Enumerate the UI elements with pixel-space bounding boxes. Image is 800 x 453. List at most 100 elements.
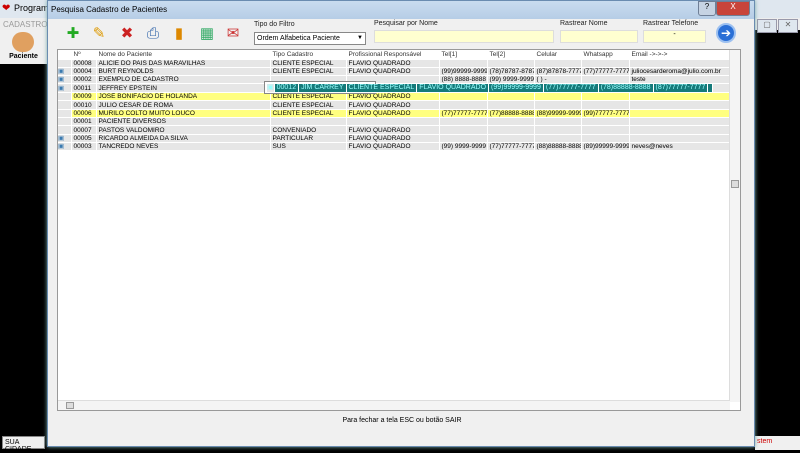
- column-header[interactable]: Email ->->->: [629, 50, 731, 60]
- restore-button[interactable]: ▢: [757, 19, 777, 33]
- table-cell[interactable]: [534, 59, 582, 68]
- table-cell[interactable]: FLAVIO QUADRADO: [346, 109, 440, 119]
- vertical-scrollbar[interactable]: [729, 50, 740, 402]
- print-icon[interactable]: ⎙: [142, 23, 164, 45]
- table-cell[interactable]: PARTICULAR: [270, 134, 347, 143]
- table-cell[interactable]: neves@neves: [629, 142, 731, 152]
- table-cell[interactable]: (89)99999-9999: [581, 142, 630, 152]
- table-cell[interactable]: (99) 9999-9999: [439, 142, 488, 152]
- help-button[interactable]: ?: [698, 1, 716, 16]
- column-header[interactable]: Whatsapp: [581, 50, 630, 60]
- rastrear-nome-input[interactable]: [560, 30, 638, 43]
- table-cell[interactable]: [581, 134, 630, 143]
- table-row[interactable]: ▣ 00004 BURT REYNOLDS CLIENTE ESPECIAL FLAVI…: [58, 67, 731, 77]
- table-cell[interactable]: 00002: [71, 75, 97, 85]
- contacts-icon[interactable]: ▮: [168, 23, 190, 45]
- table-cell[interactable]: [439, 59, 488, 68]
- table-cell[interactable]: [629, 92, 731, 102]
- table-cell[interactable]: JIM CARREY: [298, 84, 347, 93]
- table-cell[interactable]: FLAVIO QUADRADO: [346, 67, 440, 77]
- delete-icon[interactable]: ✖: [116, 23, 138, 45]
- table-cell[interactable]: [487, 117, 535, 127]
- table-cell[interactable]: (77)88888-8888: [487, 109, 535, 119]
- table-cell[interactable]: JULIO CESAR DE ROMA: [96, 100, 271, 110]
- table-cell[interactable]: [581, 75, 630, 85]
- table-cell[interactable]: EXEMPLO DE CADASTRO: [96, 75, 271, 85]
- vertical-scroll-thumb[interactable]: [731, 180, 739, 188]
- paciente-button[interactable]: Paciente: [0, 30, 47, 64]
- table-cell[interactable]: [629, 100, 731, 110]
- table-cell[interactable]: FLAVIO QUADRADO: [346, 59, 440, 68]
- table-cell[interactable]: [439, 125, 488, 135]
- close-button[interactable]: X: [716, 1, 750, 16]
- table-cell[interactable]: [487, 59, 535, 68]
- edit-icon[interactable]: ✎: [88, 23, 110, 45]
- table-row[interactable]: ▣ 00003 TANCREDO NEVES SUS FLAVIO QUADRADO (9…: [58, 142, 731, 152]
- table-cell[interactable]: [581, 100, 630, 110]
- table-cell[interactable]: FLAVIO QUADRADO: [346, 100, 440, 110]
- table-cell[interactable]: teste: [629, 75, 731, 85]
- table-cell[interactable]: [581, 92, 630, 102]
- table-cell[interactable]: CLIENTE ESPECIAL: [270, 109, 347, 119]
- table-cell[interactable]: [707, 84, 714, 93]
- table-cell[interactable]: [439, 134, 488, 143]
- table-cell[interactable]: 00010: [71, 100, 97, 110]
- table-row[interactable]: 00001 PACIENTE DIVERSOS: [58, 117, 731, 127]
- table-cell[interactable]: [534, 134, 582, 143]
- column-header[interactable]: Nº: [71, 50, 97, 60]
- table-cell[interactable]: [629, 125, 731, 135]
- table-cell[interactable]: 00008: [71, 59, 97, 68]
- table-cell[interactable]: FLAVIO QUADRADO: [416, 84, 490, 93]
- table-cell[interactable]: MURILO COLTO MUITO LOUCO: [96, 109, 271, 119]
- table-cell[interactable]: 00004: [71, 67, 97, 77]
- table-cell[interactable]: (87)77777-7777: [653, 84, 709, 93]
- table-cell[interactable]: [581, 125, 630, 135]
- table-cell[interactable]: [346, 117, 440, 127]
- table-cell[interactable]: BURT REYNOLDS: [96, 67, 271, 77]
- image-icon[interactable]: ▦: [196, 23, 218, 45]
- table-cell[interactable]: [581, 117, 630, 127]
- main-close-button[interactable]: ✕: [778, 19, 798, 33]
- table-cell[interactable]: 00006: [71, 109, 97, 119]
- table-cell[interactable]: (77)77777-7777: [487, 142, 535, 152]
- table-cell[interactable]: 00001: [71, 117, 97, 127]
- table-cell[interactable]: CLIENTE ESPECIAL: [270, 67, 347, 77]
- table-cell[interactable]: ( ) -: [534, 75, 582, 85]
- table-cell[interactable]: (78)78787-8787: [487, 67, 535, 77]
- table-cell[interactable]: (88)88888-8888: [534, 142, 582, 152]
- column-header[interactable]: Profissional Responsável: [346, 50, 440, 60]
- table-cell[interactable]: [581, 59, 630, 68]
- table-row[interactable]: 00009 JOSÉ BONIFÁCIO DE HOLANDA CLIENTE ES…: [58, 92, 731, 102]
- table-cell[interactable]: [534, 100, 582, 110]
- table-cell[interactable]: [629, 59, 731, 68]
- table-cell[interactable]: (77)77777-7777: [581, 67, 630, 77]
- table-cell[interactable]: JOSÉ BONIFÁCIO DE HOLANDA: [96, 92, 271, 102]
- add-icon[interactable]: ✚: [62, 23, 84, 45]
- email-icon[interactable]: ✉: [222, 23, 244, 45]
- search-go-button[interactable]: ➔: [716, 23, 736, 43]
- table-cell[interactable]: CLIENTE ESPECIAL: [270, 100, 347, 110]
- table-cell[interactable]: SUS: [270, 142, 347, 152]
- table-cell[interactable]: 00007: [71, 125, 97, 135]
- table-row[interactable]: 00007 PASTOS VALDOMIRO CONVENIADO FLAVIO QU…: [58, 125, 731, 135]
- table-cell[interactable]: (99) 9999-9999: [487, 75, 535, 85]
- table-cell[interactable]: [629, 117, 731, 127]
- table-cell[interactable]: 00003: [71, 142, 97, 152]
- column-header[interactable]: Nome do Paciente: [96, 50, 271, 60]
- table-row[interactable]: ▣ 00005 RICARDO ALMEIDA DA SILVA PARTICULAR…: [58, 134, 731, 143]
- table-cell[interactable]: ALICIE DO PAIS DAS MARAVILHAS: [96, 59, 271, 68]
- table-cell[interactable]: 00011: [71, 83, 97, 93]
- table-cell[interactable]: (99)99999-9999: [439, 67, 488, 77]
- table-row[interactable]: ▣ 00002 EXEMPLO DE CADASTRO (88) 8888-8888(…: [58, 75, 731, 85]
- table-cell[interactable]: (77)77777-7777: [439, 109, 488, 119]
- column-header[interactable]: Celular: [534, 50, 582, 60]
- menu-cadastros[interactable]: CADASTROS: [0, 18, 53, 30]
- table-cell[interactable]: CONVENIADO: [270, 125, 347, 135]
- table-cell[interactable]: [487, 92, 535, 102]
- column-header[interactable]: Tel[2]: [487, 50, 535, 60]
- table-cell[interactable]: [534, 117, 582, 127]
- table-cell[interactable]: JEFFREY EPSTEIN: [96, 83, 271, 93]
- table-row[interactable]: ▣ 00012 JIM CARREY CLIENTE ESPECIAL FLAVIO Q…: [264, 81, 714, 94]
- table-cell[interactable]: [439, 92, 488, 102]
- rastrear-tel-input[interactable]: -: [643, 30, 706, 43]
